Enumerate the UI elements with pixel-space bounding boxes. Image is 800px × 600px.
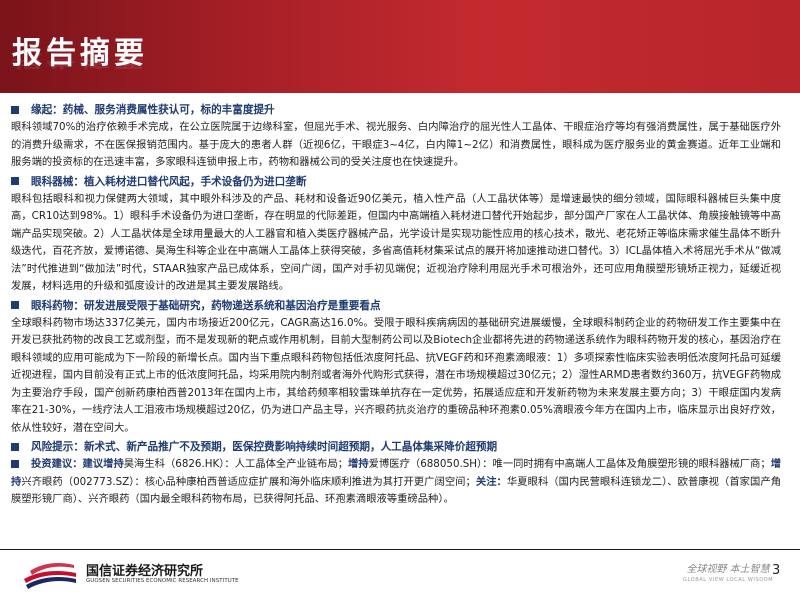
section-label: 眼科药物：研发进展受限于基础研究，药物递送系统和基因治疗是重要看点 bbox=[31, 299, 381, 312]
page-number: 3 bbox=[772, 563, 781, 578]
slogan-chinese: 全球视野 本土智慧 bbox=[686, 564, 770, 575]
section-body: 眼科领域70%的治疗依赖手术完成，在公立医院属于边缘科室，但屈光手术、视光服务、… bbox=[11, 121, 781, 168]
square-bullet-icon bbox=[11, 301, 19, 309]
square-bullet-icon bbox=[11, 177, 19, 185]
investment-segment: 昊海生科（6826.HK）：人工晶体全产业链布局； bbox=[123, 458, 349, 470]
guosen-logo: 国信证券经济研究所 GUOSEN SECURITIES ECONOMIC RES… bbox=[20, 557, 250, 591]
section-label: 风险提示： bbox=[31, 441, 84, 453]
slogan-english: GLOBAL VIEW LOCAL WISDOM bbox=[683, 577, 774, 583]
report-header: 报告摘要 报告摘要 bbox=[0, 0, 800, 93]
logo-english-name: GUOSEN SECURITIES ECONOMIC RESEARCH INST… bbox=[86, 578, 239, 584]
section-label: 缘起：药械、服务消费属性获认可，标的丰富度提升 bbox=[31, 104, 275, 116]
slogan: 全球视野 本土智慧 GLOBAL VIEW LOCAL WISDOM bbox=[683, 560, 773, 583]
investment-segment: 爱博医疗（688050.SH）：唯一同时拥有中高端人工晶体及角膜塑形镜的眼科器械… bbox=[368, 458, 771, 470]
logo-chinese-name: 国信证券经济研究所 bbox=[86, 564, 204, 579]
section-heading: 眼科器械：植入耗材进口替代风起，手术设备仍为进口垄断 bbox=[11, 172, 781, 191]
section-drugs: 眼科药物：研发进展受限于基础研究，药物递送系统和基因治疗是重要看点 全球眼科药物… bbox=[11, 296, 781, 438]
section-body: 全球眼科药物市场达337亿美元，国内市场接近200亿元，CAGR高达16.0%。… bbox=[11, 316, 781, 434]
section-heading: 风险提示： 新术式、新产品推广不及预期，医保控费影响持续时间超预期，人工晶体集采… bbox=[11, 437, 781, 456]
section-investment: 投资建议：建议增持昊海生科（6826.HK）：人工晶体全产业链布局；增持爱博医疗… bbox=[11, 456, 781, 509]
section-heading: 缘起：药械、服务消费属性获认可，标的丰富度提升 bbox=[11, 100, 781, 119]
investment-label: 投资建议： bbox=[31, 458, 83, 470]
square-bullet-icon bbox=[11, 105, 19, 114]
guosen-logo-mark-icon bbox=[24, 563, 76, 589]
footer-divider bbox=[0, 549, 800, 550]
square-bullet-icon bbox=[11, 460, 19, 468]
summary-content: 缘起：药械、服务消费属性获认可，标的丰富度提升 眼科领域70%的治疗依赖手术完成… bbox=[11, 100, 781, 509]
section-body: 眼科包括眼科和视力保健两大领域，其中眼外科涉及的产品、耗材和设备近90亿美元，植… bbox=[11, 192, 781, 293]
investment-segment: 增持 bbox=[348, 458, 369, 470]
section-risk: 风险提示： 新术式、新产品推广不及预期，医保控费影响持续时间超预期，人工晶体集采… bbox=[11, 437, 781, 456]
investment-segment: 关注： bbox=[475, 475, 507, 488]
section-origin: 缘起：药械、服务消费属性获认可，标的丰富度提升 眼科领域70%的治疗依赖手术完成… bbox=[11, 100, 781, 172]
investment-paragraph: 投资建议：建议增持昊海生科（6826.HK）：人工晶体全产业链布局；增持爱博医疗… bbox=[11, 456, 781, 509]
risk-text: 新术式、新产品推广不及预期，医保控费影响持续时间超预期，人工晶体集采降价超预期 bbox=[83, 441, 498, 453]
investment-segment: 兴齐眼药（002773.SZ）：核心品种康柏西普适应症扩展和海外临床顺利推进为其… bbox=[21, 475, 476, 488]
section-label: 眼科器械：植入耗材进口替代风起，手术设备仍为进口垄断 bbox=[31, 175, 307, 188]
section-devices: 眼科器械：植入耗材进口替代风起，手术设备仍为进口垄断 眼科包括眼科和视力保健两大… bbox=[11, 172, 781, 296]
page-title: 报告摘要 bbox=[12, 36, 148, 71]
section-heading: 眼科药物：研发进展受限于基础研究，药物递送系统和基因治疗是重要看点 bbox=[11, 296, 781, 315]
square-bullet-icon bbox=[11, 442, 19, 451]
investment-segment: 建议增持 bbox=[82, 458, 124, 470]
